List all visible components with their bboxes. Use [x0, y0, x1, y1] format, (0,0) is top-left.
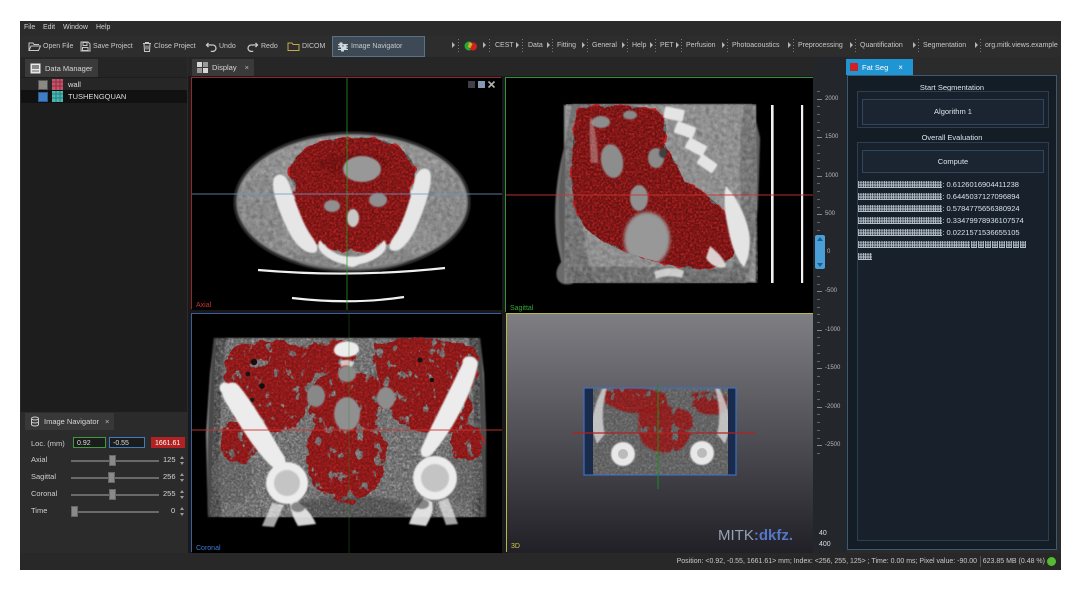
svg-text:MITK:dkfz.: MITK:dkfz. — [718, 527, 793, 544]
svg-text:Coronal: Coronal — [196, 545, 221, 552]
svg-text:3D: 3D — [511, 543, 520, 550]
svg-text:Sagittal: Sagittal — [510, 305, 534, 312]
svg-text:Axial: Axial — [196, 302, 212, 309]
